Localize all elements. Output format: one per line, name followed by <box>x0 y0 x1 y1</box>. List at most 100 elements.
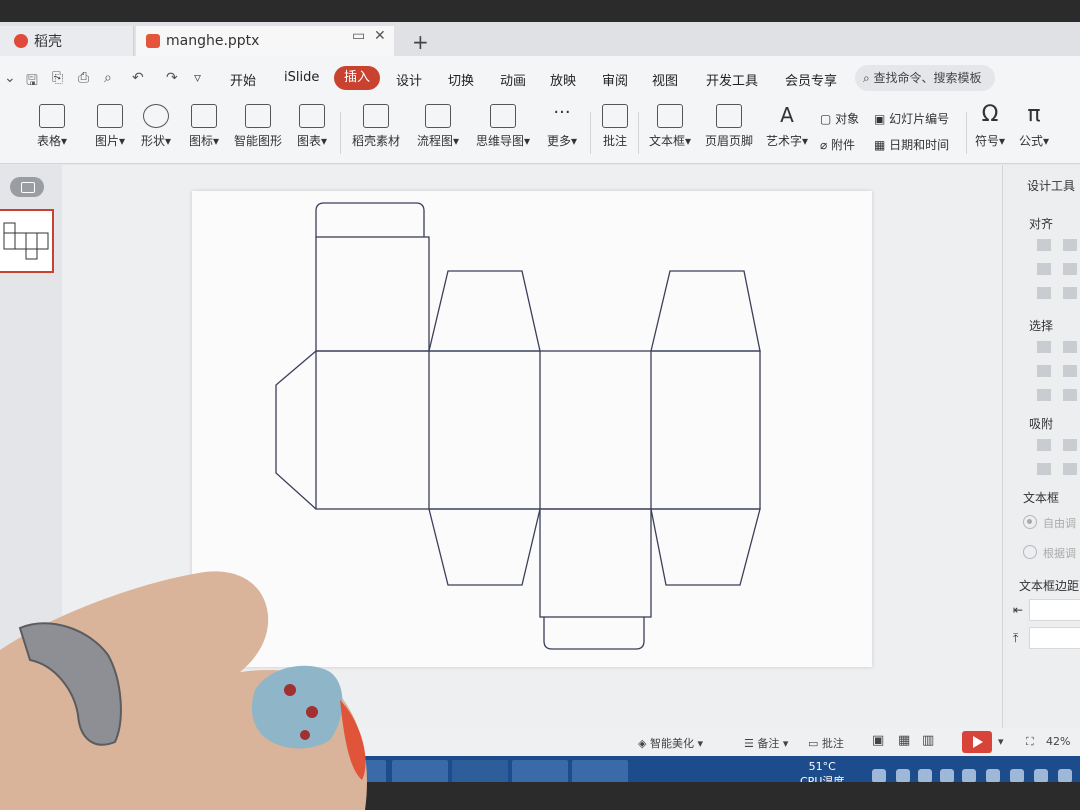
formula-button[interactable]: π 公式▾ <box>1016 104 1052 149</box>
box-net-diagram[interactable] <box>192 191 872 667</box>
snap-guide-icon[interactable] <box>1037 463 1051 475</box>
taskbar-app-5[interactable] <box>572 760 628 782</box>
menu-design[interactable]: 设计 <box>396 70 422 89</box>
menu-member[interactable]: 会员专享 <box>785 70 837 89</box>
icon-button[interactable]: 图标▾ <box>184 104 224 149</box>
undo-icon[interactable]: ↶ <box>132 70 144 86</box>
tray-shield-icon[interactable] <box>918 769 932 782</box>
select-text-icon[interactable] <box>1037 365 1051 377</box>
smart-beautify-button[interactable]: ◈ 智能美化 ▾ <box>638 735 703 751</box>
box-main-strip[interactable] <box>315 350 761 510</box>
mindmap-button[interactable]: 思维导图▾ <box>472 104 534 149</box>
tray-battery-icon[interactable] <box>1010 769 1024 782</box>
new-tab-button[interactable]: + <box>412 30 429 54</box>
more-button[interactable]: ··· 更多▾ <box>542 104 582 149</box>
menu-transition[interactable]: 切换 <box>448 70 474 89</box>
distribute-vertical-icon[interactable] <box>1063 287 1077 299</box>
snap-edge-icon[interactable] <box>1063 463 1077 475</box>
window-restore-icon[interactable]: ▭ <box>352 28 365 44</box>
smart-shape-button[interactable]: 智能图形 <box>232 104 284 149</box>
print-icon[interactable]: ⎙ <box>78 70 89 86</box>
chevron-down-icon[interactable]: ⌄ <box>4 70 16 86</box>
select-same-icon[interactable] <box>1063 365 1077 377</box>
tray-wifi-icon[interactable] <box>940 769 954 782</box>
menu-developer[interactable]: 开发工具 <box>706 70 758 89</box>
picture-button[interactable]: 图片▾ <box>90 104 130 149</box>
distribute-icon[interactable] <box>1037 287 1051 299</box>
select-objects-icon[interactable] <box>1063 341 1077 353</box>
docer-material-button[interactable]: 稻壳素材 <box>350 104 402 149</box>
select-layer-icon[interactable] <box>1037 389 1051 401</box>
notes-button[interactable]: ☰ 备注 ▾ <box>744 735 788 751</box>
tray-app-icon[interactable] <box>896 769 910 782</box>
top-dust-flap-1[interactable] <box>428 270 541 352</box>
play-slideshow-button[interactable] <box>962 731 992 753</box>
slide-number-button[interactable]: ▣ 幻灯片编号 <box>874 110 949 127</box>
command-search[interactable]: ⌕ 查找命令、搜索模板 <box>855 65 995 91</box>
menu-animation[interactable]: 动画 <box>500 70 526 89</box>
top-lid[interactable] <box>315 236 430 352</box>
top-margin-field[interactable] <box>1029 627 1080 649</box>
tray-notification-icon[interactable] <box>1058 769 1072 782</box>
redo-icon[interactable]: ↷ <box>166 70 178 86</box>
menu-review[interactable]: 审阅 <box>602 70 628 89</box>
left-margin-field[interactable] <box>1029 599 1080 621</box>
datetime-button[interactable]: ▦ 日期和时间 <box>874 136 949 153</box>
align-left-icon[interactable] <box>1037 239 1051 251</box>
select-all-icon[interactable] <box>1037 341 1051 353</box>
menu-islide[interactable]: iSlide <box>284 70 319 85</box>
status-comments-button[interactable]: ▭ 批注 <box>808 735 844 751</box>
slide-canvas-area[interactable] <box>62 165 1002 755</box>
snap-shape-icon[interactable] <box>1063 439 1077 451</box>
bottom-dust-flap-2[interactable] <box>650 508 761 586</box>
table-button[interactable]: 表格▾ <box>32 104 72 149</box>
tray-volume-icon[interactable] <box>962 769 976 782</box>
symbol-button[interactable]: Ω 符号▾ <box>972 104 1008 149</box>
snap-grid-icon[interactable] <box>1037 439 1051 451</box>
zoom-level[interactable]: 42% <box>1046 735 1070 748</box>
menu-view[interactable]: 视图 <box>652 70 678 89</box>
select-group-icon[interactable] <box>1063 389 1077 401</box>
comment-button[interactable]: 批注 <box>598 104 632 149</box>
tray-security-icon[interactable] <box>986 769 1000 782</box>
object-button[interactable]: ▢ 对象 <box>820 110 859 127</box>
wordart-button[interactable]: A 艺术字▾ <box>764 104 810 149</box>
menu-home[interactable]: 开始 <box>230 70 256 89</box>
taskbar-app-2[interactable] <box>392 760 448 782</box>
play-options-icon[interactable]: ▾ <box>998 735 1004 748</box>
close-tab-icon[interactable]: ✕ <box>374 28 386 44</box>
taskbar-app-4[interactable] <box>512 760 568 782</box>
textbox-button[interactable]: 文本框▾ <box>646 104 694 149</box>
tray-input-icon[interactable] <box>1034 769 1048 782</box>
slide-1[interactable] <box>192 191 872 667</box>
bottom-tuck-flap[interactable] <box>543 617 645 650</box>
chart-button[interactable]: 图表▾ <box>292 104 332 149</box>
bottom-lid[interactable] <box>539 508 652 618</box>
share-icon[interactable]: ⎘ <box>52 70 63 86</box>
print-preview-icon[interactable]: ⌕ <box>104 70 112 86</box>
save-icon[interactable]: 🖫 <box>26 70 38 94</box>
thumbnail-toggle-button[interactable] <box>10 177 44 197</box>
cpu-temperature-widget[interactable]: 51°C CPU温度 <box>800 759 844 782</box>
glue-flap[interactable] <box>275 350 317 510</box>
align-middle-icon[interactable] <box>1063 263 1077 275</box>
customize-toolbar-icon[interactable]: ▿ <box>194 70 201 86</box>
textbox-fixed-radio[interactable] <box>1023 545 1037 559</box>
attachment-button[interactable]: ⌀ 附件 <box>820 136 855 153</box>
header-footer-button[interactable]: 页眉页脚 <box>704 104 754 149</box>
menu-slideshow[interactable]: 放映 <box>550 70 576 89</box>
reading-view-icon[interactable]: ▥ <box>922 733 934 748</box>
fit-window-icon[interactable]: ⛶ <box>1026 735 1034 749</box>
top-tuck-flap[interactable] <box>315 202 425 237</box>
align-top-icon[interactable] <box>1037 263 1051 275</box>
taskbar-app-360-icon[interactable] <box>452 760 508 782</box>
top-dust-flap-2[interactable] <box>650 270 761 352</box>
taskbar-app-1[interactable] <box>330 760 386 782</box>
tray-network-icon[interactable] <box>872 769 886 782</box>
slide-thumbnail-1[interactable] <box>0 209 54 273</box>
normal-view-icon[interactable]: ▣ <box>872 733 884 748</box>
tab-docer[interactable]: 稻壳 <box>0 26 134 56</box>
bottom-dust-flap-1[interactable] <box>428 508 541 586</box>
textbox-auto-radio[interactable] <box>1023 515 1037 529</box>
slide-sorter-view-icon[interactable]: ▦ <box>898 733 910 748</box>
